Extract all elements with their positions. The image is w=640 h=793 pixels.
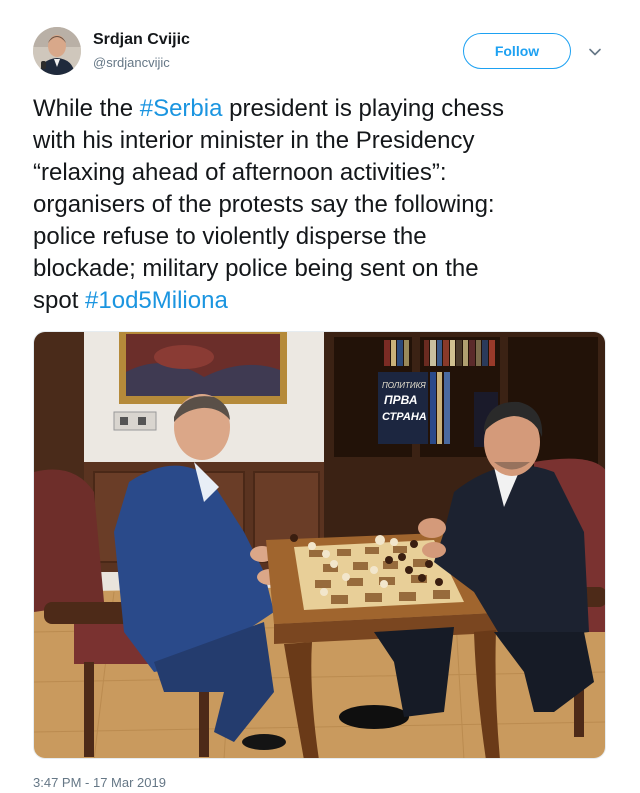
author-name[interactable]: Srdjan Cvijic — [93, 31, 190, 49]
tweet-text-line: organisers of the protests say the follo… — [33, 191, 495, 218]
tweet-text: While the #Serbia president is playing c… — [33, 93, 603, 317]
tweet-text-line: with his interior minister in the Presid… — [33, 127, 475, 154]
tweet-text-line: While the #Serbia president is playing c… — [33, 93, 603, 125]
follow-button[interactable]: Follow — [463, 33, 571, 69]
book-cover-line: ПОЛИТИКЯ — [382, 381, 426, 390]
book-cover-line: СТРАНА — [382, 411, 427, 423]
tweet-text-segment: While the — [33, 95, 140, 122]
tweet-text-segment: president is playing chess — [222, 95, 504, 122]
tweet-text-line: spot #1od5Miliona — [33, 285, 603, 317]
tweet: Srdjan Cvijic @srdjancvijic Follow While… — [0, 0, 640, 793]
tweet-timestamp[interactable]: 3:47 PM - 17 Mar 2019 — [33, 775, 166, 790]
author-handle[interactable]: @srdjancvijic — [93, 55, 170, 70]
chess-scene-illustration: ПОЛИТИКЯ ПРВА СТРАНА — [34, 332, 605, 758]
hashtag-link[interactable]: #1od5Miliona — [85, 287, 228, 314]
tweet-text-line: police refuse to violently disperse the — [33, 223, 427, 250]
avatar-image — [33, 27, 81, 75]
tweet-photo[interactable]: ПОЛИТИКЯ ПРВА СТРАНА — [33, 331, 606, 759]
avatar[interactable] — [33, 27, 81, 75]
chevron-down-icon[interactable] — [586, 43, 604, 61]
tweet-text-line: blockade; military police being sent on … — [33, 255, 479, 282]
hashtag-link[interactable]: #Serbia — [140, 95, 223, 122]
book-cover-line: ПРВА — [384, 393, 418, 407]
tweet-text-line: “relaxing ahead of afternoon activities”… — [33, 159, 447, 186]
tweet-text-segment: spot — [33, 287, 86, 314]
